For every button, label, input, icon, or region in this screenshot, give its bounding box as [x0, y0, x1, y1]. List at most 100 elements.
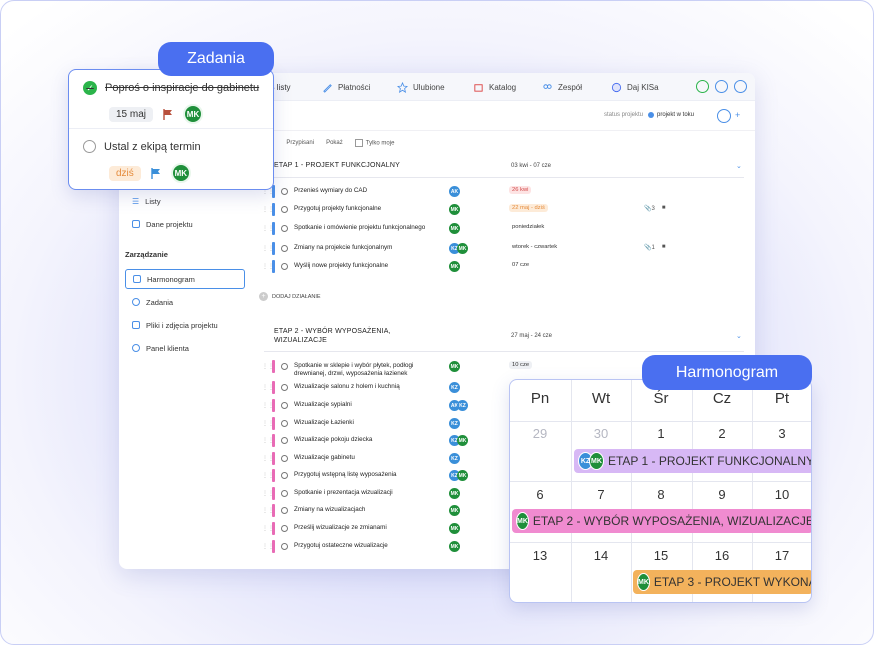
sidebar-item-lists[interactable]: ☰ Listy [125, 191, 245, 211]
avatar: MK [637, 573, 650, 591]
calendar-event[interactable]: MKETAP 3 - PROJEKT WYKONAWCZY [633, 570, 811, 594]
task-checkbox[interactable] [281, 490, 288, 497]
task-checkbox[interactable] [281, 472, 288, 479]
task-checkbox[interactable] [281, 225, 288, 232]
task-name: Wyślij nowe projekty funkcjonalne [294, 262, 389, 269]
stage-color-bar [272, 522, 275, 535]
comment-icon[interactable]: ■ [662, 205, 666, 212]
task-item-done[interactable]: ✓ Poproś o inspiracje do gabinetu [83, 81, 259, 95]
task-checkbox[interactable] [281, 507, 288, 514]
task-checkbox[interactable] [281, 263, 288, 270]
help-icon[interactable] [696, 80, 709, 93]
stage-color-bar [272, 360, 275, 373]
sidebar-item-client-panel[interactable]: Panel klienta [125, 338, 245, 358]
task-checkbox[interactable] [281, 363, 288, 370]
assignee-avatars: AK [449, 186, 460, 197]
chevron-down-icon[interactable]: ⌄ [736, 162, 742, 170]
avatar: MK [516, 512, 529, 530]
task-date: wtorek - czwartek [512, 244, 558, 250]
tab-kiss-label: Daj KISa [627, 82, 659, 92]
catalog-icon [474, 83, 483, 92]
add-user-icon[interactable]: + [735, 110, 740, 120]
task-checkbox[interactable] [281, 525, 288, 532]
task-checkbox[interactable] [281, 384, 288, 391]
only-mine-label: Tylko moje [365, 140, 395, 147]
assignee-avatars: MK [449, 505, 460, 516]
avatar: MK [449, 541, 460, 552]
schedule-pill: Harmonogram [642, 355, 812, 390]
chevron-down-icon[interactable]: ⌄ [736, 332, 742, 340]
sidebar-item-files[interactable]: Pliki i zdjęcia projektu [125, 315, 245, 335]
avatar: MK [449, 488, 460, 499]
task-checkbox[interactable] [281, 402, 288, 409]
avatar: MK [170, 163, 191, 183]
tab-kiss[interactable]: Daj KISa [611, 73, 659, 101]
day-number: 1 [657, 426, 665, 441]
table-row[interactable]: ⋮⋮ Wyślij nowe projekty funkcjonalne MK 07 … [262, 258, 746, 275]
task-name: Zmiany na wizualizacjach [294, 506, 366, 513]
stage2-title: ETAP 2 - WYBÓR WYPOSAŻENIA, WIZUALIZACJE [274, 328, 391, 344]
client-icon [132, 344, 140, 352]
task-checkbox[interactable] [281, 543, 288, 550]
sidebar-item-schedule[interactable]: Harmonogram [125, 269, 245, 289]
tasks-pill: Zadania [158, 42, 274, 76]
task-checkbox[interactable] [281, 188, 288, 195]
avatar: AK [449, 186, 460, 197]
task-checkbox[interactable] [281, 437, 288, 444]
check-icon[interactable]: ✓ [83, 81, 97, 95]
show-filter[interactable]: Pokaż [326, 140, 343, 146]
sidebar-item-tasks[interactable]: Zadania [125, 292, 245, 312]
stage2-dates: 27 maj - 24 cze [511, 333, 553, 339]
event-label: ETAP 2 - WYBÓR WYPOSAŻENIA, WIZUALIZACJE [532, 514, 812, 528]
add-action-button[interactable]: + DODAJ DZIAŁANIE [259, 292, 321, 301]
task-checkbox[interactable] [281, 245, 288, 252]
comment-icon[interactable]: ■ [662, 244, 666, 251]
grid-line [510, 481, 811, 482]
flag-icon[interactable] [151, 167, 161, 179]
share-icon[interactable] [717, 109, 731, 123]
table-row[interactable]: ⋮⋮ Spotkanie i omówienie projektu funkcjo… [262, 220, 746, 237]
task-title: Ustal z ekipą termin [104, 140, 201, 153]
task-date: 26 kwi [509, 186, 532, 194]
weekday-header: Cz [712, 390, 732, 407]
task-item[interactable]: Ustal z ekipą termin [83, 140, 201, 153]
tab-catalog[interactable]: Katalog [473, 73, 516, 101]
bell-icon[interactable] [715, 80, 728, 93]
avatar: MK [457, 470, 468, 481]
avatar: KZ [449, 382, 460, 393]
status-select[interactable]: projekt w toku [648, 112, 694, 118]
table-row[interactable]: ⋮⋮ Przenieś wymiary do CAD AK 26 kwi [262, 183, 746, 200]
day-number: 16 [714, 548, 730, 563]
checkbox-circle-icon[interactable] [83, 140, 96, 153]
user-account-icon[interactable] [734, 80, 747, 93]
only-mine-toggle[interactable]: Tylko moje [354, 139, 395, 147]
grid-line [510, 542, 811, 543]
stage-color-bar [272, 399, 275, 412]
avatar: MK [449, 361, 460, 372]
list-toolbar: ☰ Przypisani Pokaż Tylko moje [269, 139, 394, 147]
assigned-filter[interactable]: Przypisani [286, 140, 314, 146]
task-name: Wizualizacje pokoju dziecka [294, 436, 373, 443]
tab-payments[interactable]: Płatności [322, 73, 370, 101]
sidebar-item-project-data[interactable]: Dane projektu [125, 214, 245, 234]
task-date: 10 cze [509, 361, 533, 369]
task-name: Prześlij wizualizacje ze zmianami [294, 524, 387, 531]
weekday-header: Pn [530, 390, 550, 407]
task-checkbox[interactable] [281, 455, 288, 462]
task-checkbox[interactable] [281, 206, 288, 213]
day-number: 30 [593, 426, 609, 441]
avatar: MK [449, 223, 460, 234]
tab-favorites[interactable]: Ulubione [397, 73, 445, 101]
calendar-event[interactable]: MK ETAP 2 - WYBÓR WYPOSAŻENIA, WIZUALIZAC… [512, 509, 812, 533]
flag-icon[interactable] [163, 108, 173, 120]
only-mine-checkbox[interactable] [354, 139, 363, 147]
stage-color-bar [272, 222, 275, 235]
table-row[interactable]: ⋮⋮ Zmiany na projekcie funkcjonalnym KZ MK w… [262, 240, 746, 257]
top-icons [696, 80, 747, 93]
table-row[interactable]: ⋮⋮ Przygotuj projekty funkcjonalne MK 22 ma… [262, 201, 746, 218]
task-meta: dziś MK [109, 163, 191, 183]
calendar-event[interactable]: KZ MK ETAP 1 - PROJEKT FUNKCJONALNY [574, 449, 811, 473]
tab-team[interactable]: Zespół [542, 73, 582, 101]
stage-color-bar [272, 487, 275, 500]
task-checkbox[interactable] [281, 420, 288, 427]
